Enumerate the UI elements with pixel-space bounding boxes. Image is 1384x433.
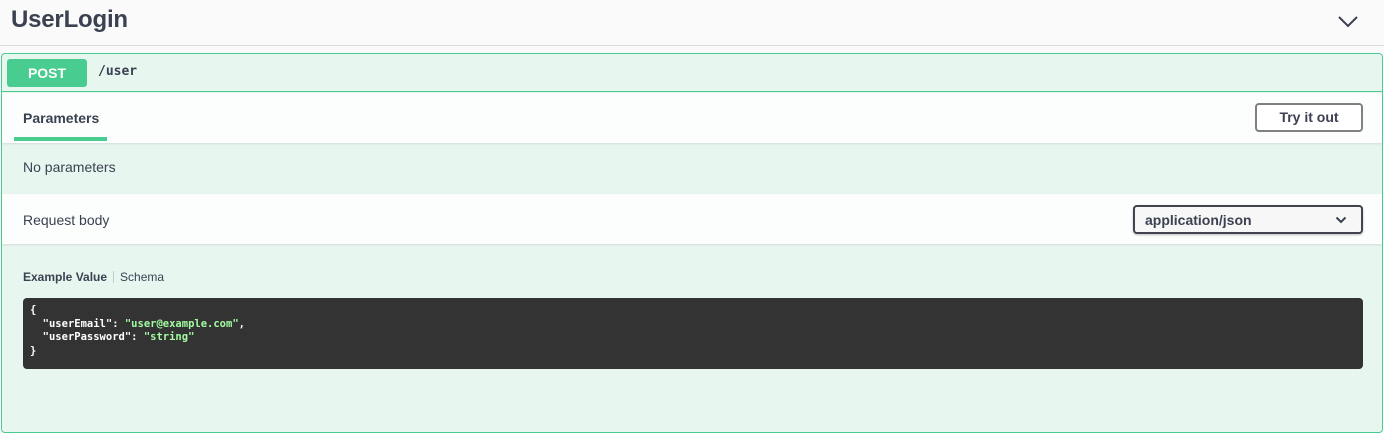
tab-schema[interactable]: Schema	[120, 270, 164, 284]
code-open-brace: {	[30, 304, 37, 316]
code-line-password: "userPassword": "string"	[42, 331, 195, 343]
tag-title: UserLogin	[11, 6, 128, 33]
chevron-down-icon[interactable]	[1336, 10, 1360, 34]
json-punct: ,	[238, 317, 245, 330]
tab-example-value[interactable]: Example Value	[23, 270, 107, 284]
json-key: "userPassword"	[42, 331, 132, 343]
tab-parameters[interactable]: Parameters	[23, 110, 99, 126]
operation-path: /user	[98, 64, 138, 79]
json-value: "user@example.com"	[124, 317, 239, 330]
try-it-out-button[interactable]: Try it out	[1255, 103, 1363, 132]
json-key: "userEmail"	[42, 317, 113, 330]
operation-block: POST /user Parameters Try it out No para…	[1, 53, 1383, 433]
parameters-header: Parameters Try it out	[2, 93, 1382, 143]
content-type-value: application/json	[1145, 212, 1252, 228]
operation-summary[interactable]: POST /user	[2, 54, 1382, 92]
method-badge: POST	[7, 59, 87, 87]
content-type-select[interactable]: application/json	[1133, 205, 1363, 234]
json-value: "string"	[143, 331, 195, 343]
tab-divider	[113, 271, 115, 283]
code-close-brace: }	[30, 344, 37, 357]
chevron-down-icon	[1335, 216, 1347, 224]
example-code-block[interactable]: { "userEmail": "user@example.com", "user…	[23, 298, 1363, 369]
request-body-header: Request body application/json	[2, 194, 1382, 244]
no-parameters-text: No parameters	[23, 159, 116, 175]
model-tabs: Example Value Schema	[23, 270, 164, 286]
tab-underline	[14, 137, 107, 141]
request-body-label: Request body	[23, 212, 110, 228]
tag-header[interactable]: UserLogin	[0, 0, 1384, 46]
code-line-email: "userEmail": "user@example.com",	[42, 317, 245, 330]
